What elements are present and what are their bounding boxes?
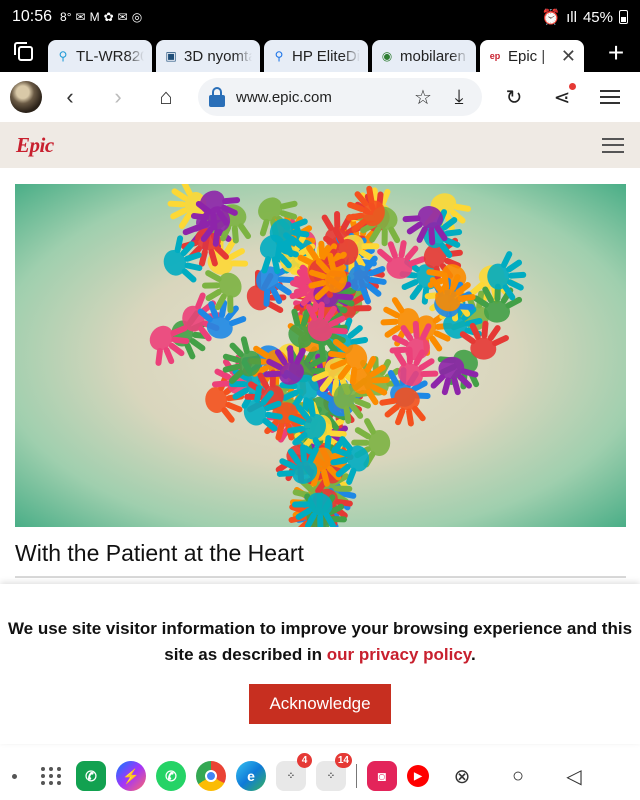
status-bar: 10:56 8° ✉ M ✿ ✉ ◎ ⏰ ıll 45% [0, 0, 640, 34]
battery-icon [619, 10, 628, 24]
tplink-icon: ⚲ [58, 49, 68, 63]
app-folder-icon-2[interactable]: ⁘ 14 [316, 753, 352, 791]
cookie-text-after: . [471, 645, 476, 664]
tab-3d[interactable]: ▣ 3D nyomta [156, 40, 260, 72]
tab-switcher-icon[interactable] [10, 37, 40, 69]
tab-strip: ⚲ TL-WR820 ▣ 3D nyomta ⚲ HP EliteDi ◉ mo… [0, 34, 640, 72]
article-title: With the Patient at the Heart [15, 540, 304, 566]
hand-heart-illustration [149, 184, 527, 527]
taskbar: ✆ ⚡ ✆ e ⁘ 4 ⁘ 14 ◙ ▶ ⊗ ○ ◁ [0, 752, 640, 800]
cookie-banner: We use site visitor information to impro… [0, 584, 640, 744]
youtube-music-icon[interactable]: ▶ [407, 765, 429, 787]
temperature: 8° [60, 10, 72, 24]
home-icon[interactable]: ⌂ [146, 77, 186, 117]
notification-icons: 8° ✉ M ✿ ✉ ◎ [60, 10, 142, 24]
clock: 10:56 [12, 8, 53, 25]
back-button-icon[interactable]: ◁ [559, 761, 589, 791]
battery-level: 45% [582, 8, 613, 26]
refresh-icon[interactable]: ↻ [494, 77, 534, 117]
tab-label: TL-WR820 [76, 47, 144, 65]
instagram-icon: ◎ [131, 10, 143, 24]
tab-label: Epic | [508, 47, 546, 65]
back-icon[interactable]: ‹ [50, 77, 90, 117]
mail-icon-2: ✉ [117, 10, 128, 24]
home-button-icon[interactable]: ○ [503, 761, 533, 791]
mail-icon: ✉ [75, 10, 86, 24]
whatsapp-icon[interactable]: ✆ [156, 761, 186, 791]
notification-dot [569, 83, 576, 90]
tab-hp[interactable]: ⚲ HP EliteDi [264, 40, 368, 72]
phone-app-icon[interactable]: ✆ [76, 761, 106, 791]
close-icon[interactable]: ✕ [561, 46, 576, 67]
address-bar[interactable]: www.epic.com ☆ ⤓ [198, 78, 482, 116]
app-folder-icon[interactable]: ⁘ 4 [276, 753, 312, 791]
cookie-text-before: We use site visitor information to impro… [7, 619, 633, 664]
dock-separator [356, 764, 357, 788]
app-icon: ✿ [103, 10, 114, 24]
3d-icon: ▣ [165, 49, 177, 63]
search-icon: ⚲ [274, 49, 284, 63]
messenger-icon[interactable]: ⚡ [116, 761, 146, 791]
lock-icon[interactable] [208, 87, 226, 107]
site-header: Epic [0, 122, 640, 168]
browser-toolbar: ‹ › ⌂ www.epic.com ☆ ⤓ ↻ ⋖ [0, 72, 640, 122]
camera-app-icon[interactable]: ◙ [367, 761, 397, 791]
site-menu-icon[interactable] [602, 137, 624, 153]
tab-label: HP EliteDi [292, 47, 360, 65]
share-icon[interactable]: ⋖ [542, 77, 582, 117]
gmail-icon: M [89, 10, 100, 24]
acknowledge-button[interactable]: Acknowledge [249, 684, 391, 724]
alarm-icon: ⏰ [541, 9, 561, 26]
signal-icon: ıll [566, 8, 577, 26]
privacy-policy-link[interactable]: our privacy policy [327, 645, 471, 664]
tab-mobilaren[interactable]: ◉ mobilaren [372, 40, 476, 72]
tab-epic[interactable]: ep Epic | ✕ [480, 40, 584, 72]
epic-icon: ep [489, 51, 501, 61]
chrome-icon[interactable] [196, 761, 226, 791]
edge-icon[interactable]: e [236, 761, 266, 791]
url-text[interactable]: www.epic.com [236, 89, 400, 106]
bookmark-star-icon[interactable]: ☆ [410, 85, 436, 110]
chat-icon: ◉ [381, 49, 393, 63]
dock-dot [12, 773, 17, 779]
tab-label: mobilaren [400, 47, 466, 65]
app-drawer-icon[interactable] [36, 761, 66, 791]
menu-icon[interactable] [590, 77, 630, 117]
cookie-text: We use site visitor information to impro… [0, 616, 640, 668]
close-apps-icon[interactable]: ⊗ [447, 761, 477, 791]
profile-avatar[interactable] [10, 81, 42, 113]
download-icon[interactable]: ⤓ [446, 86, 472, 109]
hero-image [15, 184, 626, 527]
new-tab-button[interactable]: + [598, 37, 634, 69]
epic-logo[interactable]: Epic [16, 133, 54, 158]
tab-label: 3D nyomta [184, 47, 252, 65]
forward-icon[interactable]: › [98, 77, 138, 117]
badge-count: 4 [297, 753, 312, 768]
divider [15, 576, 626, 578]
tab-tplink[interactable]: ⚲ TL-WR820 [48, 40, 152, 72]
badge-count: 14 [334, 753, 352, 768]
